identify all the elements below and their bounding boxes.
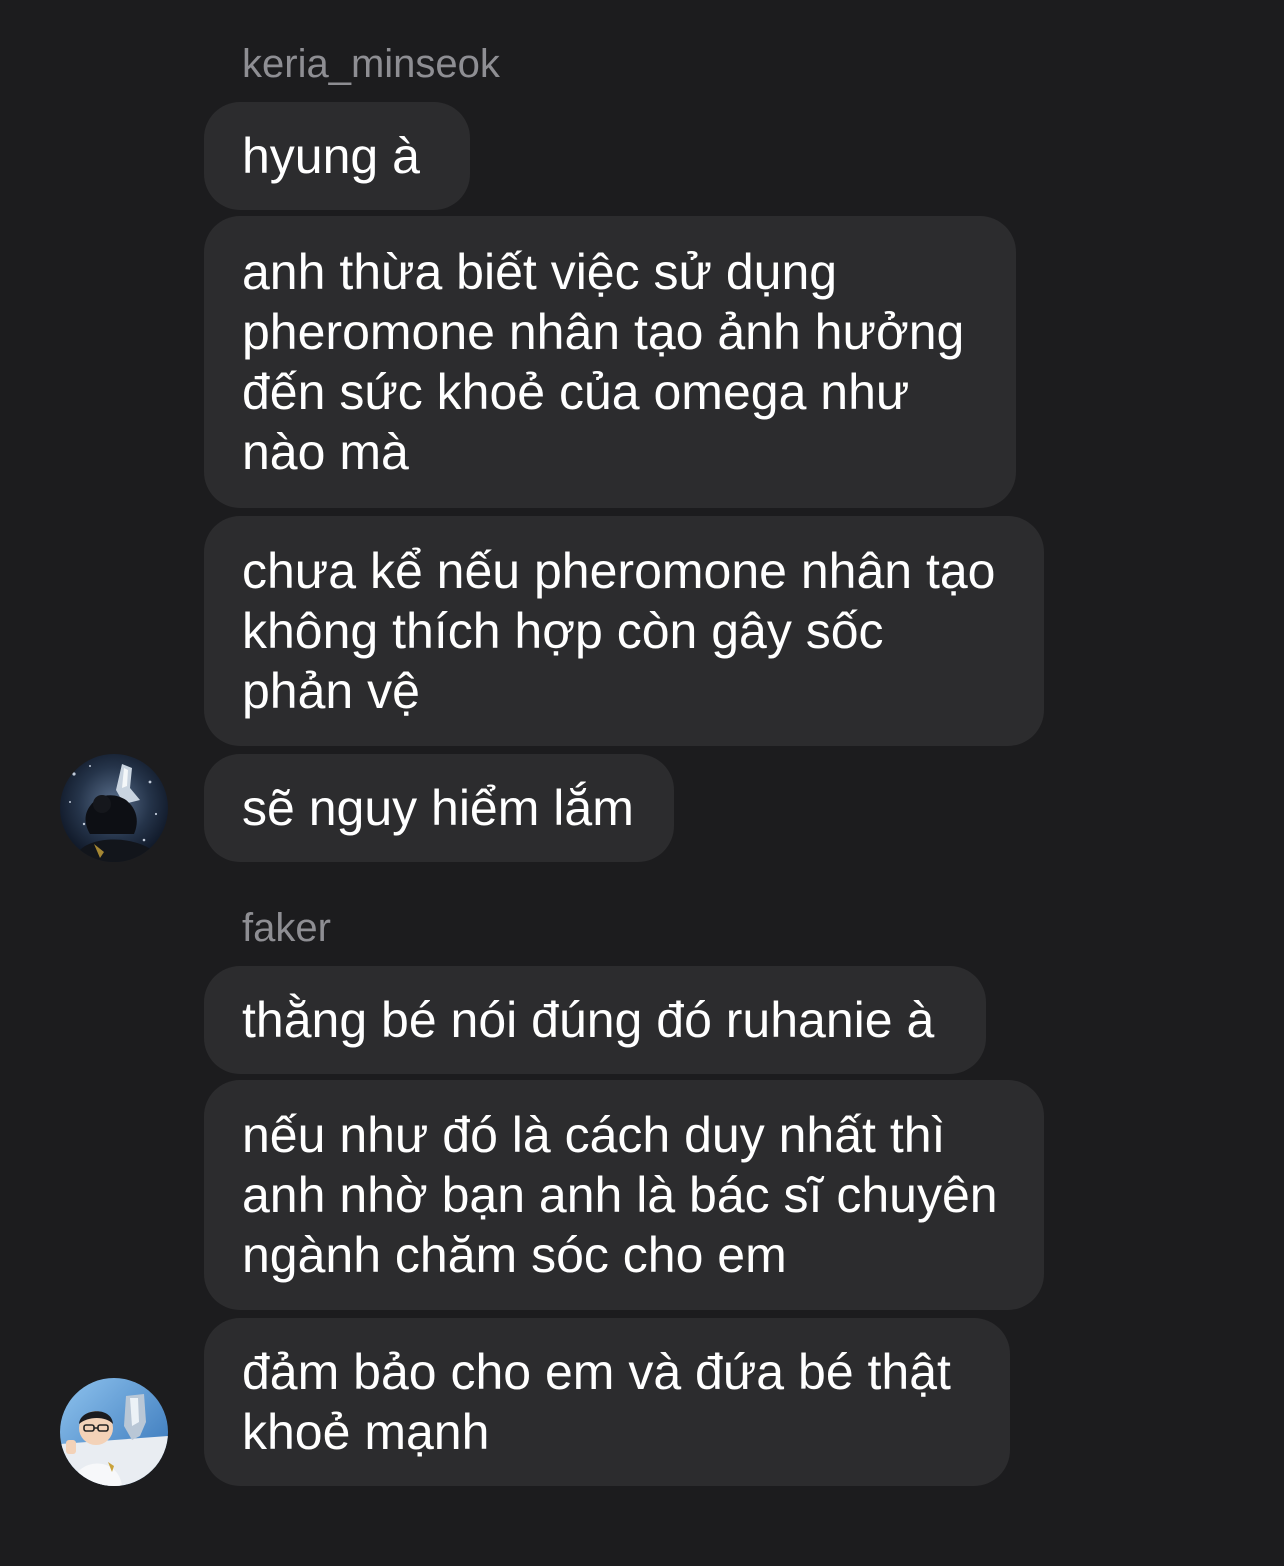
message-bubble[interactable]: thằng bé nói đúng đó ruhanie à — [204, 966, 986, 1074]
message-text: thằng bé nói đúng đó ruhanie à — [242, 992, 935, 1048]
message-text: chưa kể nếu pheromone nhân tạo không thí… — [242, 543, 996, 719]
message-bubble[interactable]: chưa kể nếu pheromone nhân tạo không thí… — [204, 516, 1044, 746]
message-text: nếu như đó là cách duy nhất thì anh nhờ … — [242, 1107, 998, 1283]
message-bubble[interactable]: sẽ nguy hiểm lắm — [204, 754, 674, 862]
sender-name: keria_minseok — [242, 42, 500, 86]
message-text: đảm bảo cho em và đứa bé thật khoẻ mạnh — [242, 1344, 951, 1460]
sender-name: faker — [242, 906, 331, 950]
message-text: sẽ nguy hiểm lắm — [242, 780, 634, 836]
message-bubble[interactable]: anh thừa biết việc sử dụng pheromone nhâ… — [204, 216, 1016, 508]
user-avatar-trophy-dark-icon[interactable] — [60, 754, 168, 862]
message-bubble[interactable]: hyung à — [204, 102, 470, 210]
message-bubble[interactable]: đảm bảo cho em và đứa bé thật khoẻ mạnh — [204, 1318, 1010, 1486]
message-text: anh thừa biết việc sử dụng pheromone nhâ… — [242, 244, 965, 480]
user-avatar-trophy-light-icon[interactable] — [60, 1378, 168, 1486]
chat-thread: keria_minseok hyung à anh thừa biết việc… — [0, 0, 1284, 1566]
message-bubble[interactable]: nếu như đó là cách duy nhất thì anh nhờ … — [204, 1080, 1044, 1310]
message-text: hyung à — [242, 128, 420, 184]
